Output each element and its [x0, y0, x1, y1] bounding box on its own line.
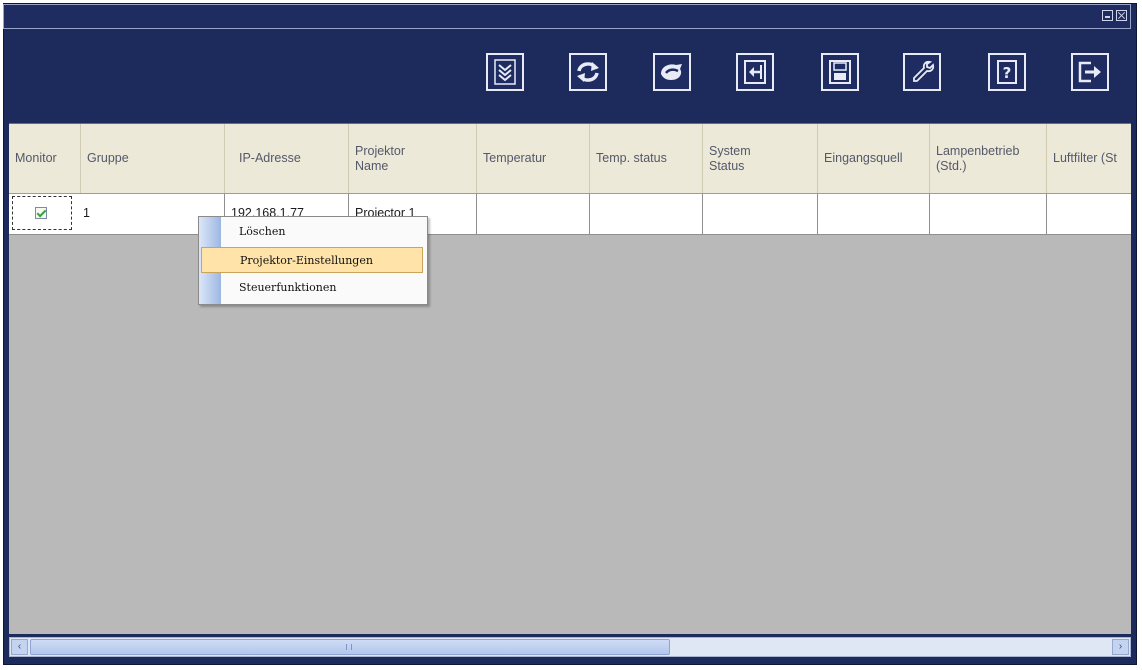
exit-icon — [1078, 61, 1101, 83]
horizontal-scrollbar[interactable]: ‹ › — [9, 637, 1131, 657]
monitor-checkbox[interactable] — [35, 207, 47, 219]
help-button[interactable]: ? — [988, 53, 1026, 91]
double-chevron-down-icon — [494, 59, 516, 85]
column-header-gruppe[interactable]: Gruppe — [81, 124, 225, 193]
luftfilter-cell — [1047, 194, 1131, 234]
close-icon[interactable] — [1116, 10, 1127, 21]
menu-item-projektor-einstellungen[interactable]: Projektor-Einstellungen — [201, 247, 423, 273]
temperatur-cell — [477, 194, 590, 234]
menu-item-steuerfunktionen[interactable]: Steuerfunktionen — [199, 275, 427, 301]
save-button[interactable] — [821, 53, 859, 91]
floppy-disk-icon — [829, 60, 851, 84]
context-menu: Löschen Projektor-Einstellungen Steuerfu… — [198, 216, 428, 305]
exit-button[interactable] — [1071, 53, 1109, 91]
system-status-cell — [703, 194, 818, 234]
scroll-left-icon[interactable]: ‹ — [11, 639, 28, 655]
import-icon — [744, 60, 766, 84]
refresh-icon — [577, 62, 599, 82]
column-header-ip[interactable]: IP-Adresse — [225, 124, 349, 193]
monitor-cell-focus — [12, 196, 72, 230]
scrollbar-grip-icon — [346, 644, 352, 650]
expand-all-button[interactable] — [486, 53, 524, 91]
column-header-lampenbetrieb[interactable]: Lampenbetrieb (Std.) — [930, 124, 1047, 193]
import-button[interactable] — [736, 53, 774, 91]
column-header-system-status[interactable]: System Status — [703, 124, 818, 193]
menu-item-loeschen[interactable]: Löschen — [199, 219, 427, 245]
table-header: Monitor Gruppe IP-Adresse Projektor Name… — [9, 124, 1131, 194]
title-bar — [3, 4, 1131, 29]
column-header-monitor[interactable]: Monitor — [9, 124, 81, 193]
table-row[interactable]: 1 192.168.1.77 Projector 1 — [9, 194, 1131, 235]
column-header-temp-status[interactable]: Temp. status — [590, 124, 703, 193]
column-header-name[interactable]: Projektor Name — [349, 124, 477, 193]
connect-icon — [661, 64, 682, 80]
help-icon: ? — [997, 60, 1017, 84]
wrench-icon — [913, 60, 935, 82]
refresh-button[interactable] — [569, 53, 607, 91]
lampenbetrieb-cell — [930, 194, 1047, 234]
projector-table: Monitor Gruppe IP-Adresse Projektor Name… — [9, 123, 1131, 634]
column-header-temperatur[interactable]: Temperatur — [477, 124, 590, 193]
svg-text:?: ? — [1003, 64, 1012, 82]
scroll-right-icon[interactable]: › — [1112, 639, 1129, 655]
column-header-luftfilter[interactable]: Luftfilter (St — [1047, 124, 1131, 193]
connect-button[interactable] — [653, 53, 691, 91]
settings-button[interactable] — [903, 53, 941, 91]
scrollbar-thumb[interactable] — [30, 639, 670, 655]
eingangsquelle-cell — [818, 194, 930, 234]
temp-status-cell — [590, 194, 703, 234]
column-header-eingangsquelle[interactable]: Eingangsquell — [818, 124, 930, 193]
minimize-icon[interactable] — [1102, 10, 1113, 21]
